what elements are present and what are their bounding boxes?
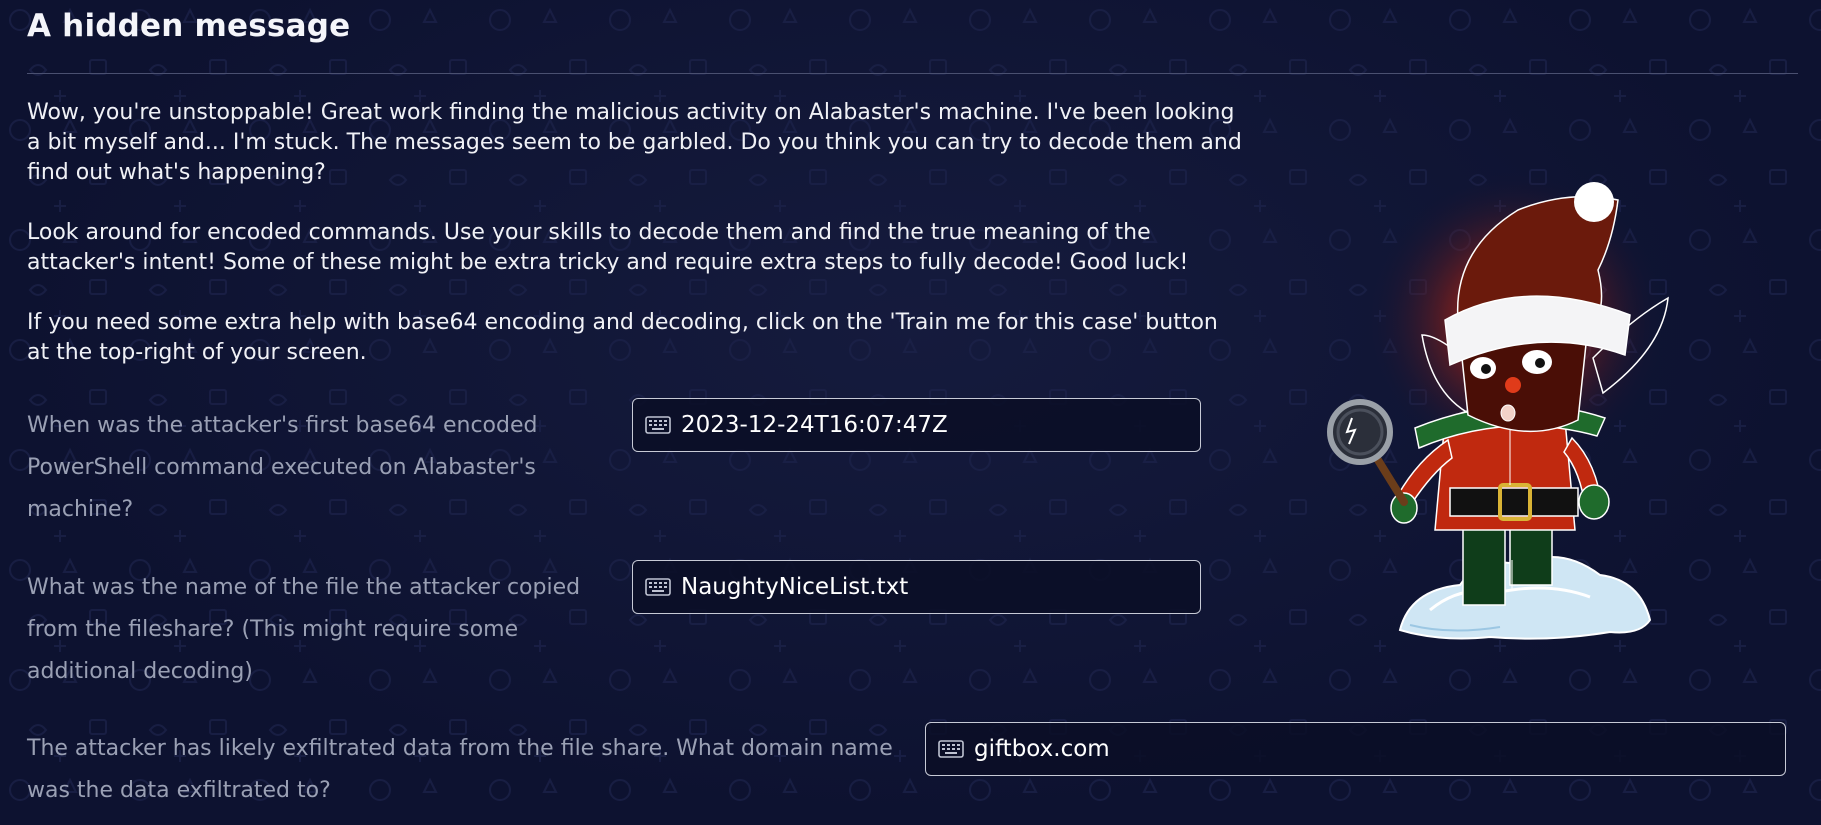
- answer-field-3[interactable]: [925, 722, 1786, 776]
- question-line: machine?: [27, 497, 134, 522]
- intro-line: a bit myself and... I'm stuck. The messa…: [27, 130, 1242, 155]
- answer-field-2[interactable]: [632, 560, 1201, 614]
- question-line: When was the attacker's first base64 enc…: [27, 413, 538, 438]
- intro-line: find out what's happening?: [27, 160, 326, 185]
- keyboard-icon: [645, 416, 671, 434]
- answer-field-1[interactable]: [632, 398, 1201, 452]
- intro-paragraph-2: Look around for encoded commands. Use yo…: [27, 218, 1227, 278]
- page-title: A hidden message: [27, 8, 351, 44]
- elf-illustration: [1327, 170, 1669, 640]
- question-3-text: The attacker has likely exfiltrated data…: [27, 728, 893, 812]
- page: A hidden message Wow, you're unstoppable…: [0, 0, 1821, 825]
- question-line: was the data exfiltrated to?: [27, 778, 331, 803]
- question-line: additional decoding): [27, 659, 253, 684]
- answer-input-1[interactable]: [681, 412, 1200, 438]
- keyboard-icon: [645, 578, 671, 596]
- magnifying-glass-icon: [1327, 399, 1408, 506]
- answer-input-3[interactable]: [974, 736, 1785, 762]
- intro-line: at the top-right of your screen.: [27, 340, 367, 365]
- intro-paragraph-1: Wow, you're unstoppable! Great work find…: [27, 98, 1242, 188]
- intro-line: If you need some extra help with base64 …: [27, 310, 1218, 335]
- question-line: What was the name of the file the attack…: [27, 575, 581, 600]
- intro-paragraph-3: If you need some extra help with base64 …: [27, 308, 1227, 368]
- question-1-text: When was the attacker's first base64 enc…: [27, 405, 537, 531]
- keyboard-icon: [938, 740, 964, 758]
- question-line: The attacker has likely exfiltrated data…: [27, 736, 893, 761]
- intro-line: Wow, you're unstoppable! Great work find…: [27, 100, 1235, 125]
- intro-line: attacker's intent! Some of these might b…: [27, 250, 1189, 275]
- question-line: from the fileshare? (This might require …: [27, 617, 519, 642]
- question-2-text: What was the name of the file the attack…: [27, 567, 580, 693]
- question-line: PowerShell command executed on Alabaster…: [27, 455, 536, 480]
- title-divider: [27, 73, 1798, 74]
- answer-input-2[interactable]: [681, 574, 1200, 600]
- intro-line: Look around for encoded commands. Use yo…: [27, 220, 1151, 245]
